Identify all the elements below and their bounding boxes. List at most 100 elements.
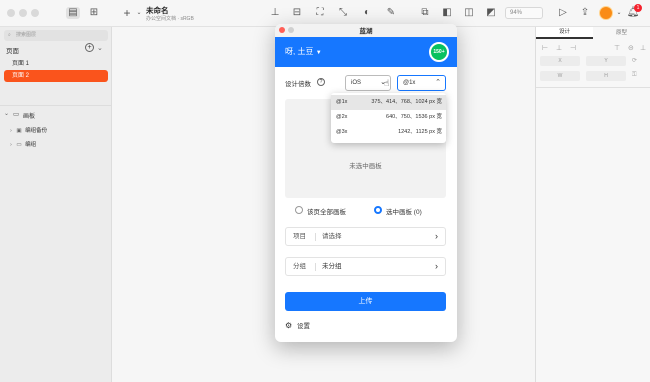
divider — [536, 87, 650, 88]
settings-label: 设置 — [296, 323, 310, 330]
align-icon[interactable]: ⊥ — [268, 7, 282, 19]
document-subtitle: 办公空间文档 · sRGB — [146, 16, 194, 22]
zoom-select[interactable]: 94% — [505, 7, 543, 19]
group-value: 未分组 — [322, 263, 342, 270]
field-label: X — [558, 58, 562, 64]
group-label: 分组 — [293, 263, 306, 270]
project-select[interactable]: 项目 请选择 › — [285, 227, 446, 246]
plugin-chevron-icon[interactable]: ⌄ — [612, 7, 626, 19]
subtract-icon[interactable]: ◧ — [440, 7, 454, 19]
artboard-icon: ▭ — [13, 111, 20, 118]
chevron-right-icon: › — [435, 231, 438, 241]
gear-icon: ⚙ — [285, 321, 293, 330]
page-item-label: 页面 2 — [12, 73, 30, 79]
lock-ratio-icon[interactable]: ⚿ — [632, 72, 637, 79]
settings-link[interactable]: ⚙ 设置 — [285, 320, 310, 330]
mask-icon[interactable]: ◐ — [360, 7, 374, 19]
align-bottom-icon[interactable]: ⊥ — [640, 44, 646, 52]
tab-prototype[interactable]: 原型 — [593, 27, 650, 39]
chevron-up-icon: ⌃ — [435, 79, 441, 86]
preview-empty-text: 未选中画板 — [349, 163, 382, 170]
notification-badge: 1 — [634, 4, 642, 12]
align-right-icon[interactable]: ⊣ — [570, 44, 576, 52]
play-icon[interactable]: ▷ — [556, 7, 570, 19]
layer-search-input[interactable]: ⌕ 搜索图层 — [4, 30, 108, 41]
intersect-icon[interactable]: ◫ — [462, 7, 476, 19]
page-item-label: 页面 1 — [12, 61, 30, 67]
union-icon[interactable]: ⧉ — [418, 7, 432, 19]
radio-selected-label: 选中画板 (0) — [386, 209, 422, 216]
dialog-title: 蓝湖 — [359, 28, 373, 35]
insert-chevron-icon[interactable]: ⌄ — [132, 7, 146, 19]
help-icon[interactable]: ? — [317, 78, 325, 86]
lanhu-dialog: 蓝湖 呀, 土豆 ▼ 150+ 设计倍数 ? iOS ⌄ @1x ⌃ 未选中画板… — [275, 24, 457, 342]
project-value: 请选择 — [322, 233, 342, 240]
y-field[interactable]: Y — [586, 56, 626, 66]
field-label: W — [557, 73, 563, 79]
align-middle-icon[interactable]: ⊝ — [628, 44, 634, 52]
scale-icon[interactable]: ⤡ — [336, 7, 350, 19]
app-toolbar: ▤ ⊞ + ⌄ 未命名 办公空间文档 · sRGB ⊥ ⊟ ⛶ ⤡ ◐ ✎ ⧉ … — [0, 0, 650, 27]
tab-design[interactable]: 设计 — [536, 27, 593, 39]
sidebar-toggle-icon[interactable]: ▤ — [66, 7, 80, 19]
boards-collapse-icon[interactable]: ⌄ — [4, 110, 9, 117]
window-minimize-button[interactable] — [19, 9, 27, 17]
scale-value: @1x — [403, 80, 416, 86]
window-zoom-button[interactable] — [31, 9, 39, 17]
platform-value: iOS — [351, 80, 362, 86]
option-sizes: 1242、1125 px 宽 — [398, 129, 442, 135]
pointer-cursor-icon: ☝ — [384, 78, 390, 88]
distribute-icon[interactable]: ⊟ — [290, 7, 304, 19]
width-field[interactable]: W — [540, 71, 580, 81]
option-scale: @1x — [336, 99, 348, 105]
inspector-panel: 设计 原型 ⊢ ⊥ ⊣ ⊤ ⊝ ⊥ X Y W H ⟳ ⚿ — [535, 27, 650, 382]
layer-item[interactable]: › ▣ 编组备份 — [10, 126, 47, 136]
styles-icon[interactable]: ✎ — [384, 7, 398, 19]
chevron-right-icon: › — [435, 261, 438, 271]
grid-view-icon[interactable]: ⊞ — [87, 7, 101, 19]
pages-collapse-icon[interactable]: ⌄ — [97, 44, 103, 52]
window-close-button[interactable] — [7, 9, 15, 17]
option-sizes: 640、750、1536 px 宽 — [386, 114, 442, 120]
scale-label: 设计倍数 — [285, 81, 311, 88]
lanhu-plugin-icon[interactable] — [599, 6, 613, 20]
radio-all-pages[interactable] — [295, 206, 303, 214]
scale-select[interactable]: @1x ⌃ — [397, 75, 446, 91]
rotate-icon[interactable]: ⟳ — [632, 57, 637, 64]
layer-item[interactable]: › ▭ 编组 — [10, 140, 36, 150]
export-icon[interactable]: ⇪ — [578, 7, 592, 19]
layer-search-placeholder: 搜索图层 — [16, 32, 37, 38]
divider — [315, 233, 316, 241]
user-greeting[interactable]: 呀, 土豆 ▼ — [285, 46, 322, 57]
difference-icon[interactable]: ◩ — [484, 7, 498, 19]
height-field[interactable]: H — [586, 71, 626, 81]
pages-title: 页面 — [6, 48, 19, 55]
group-select[interactable]: 分组 未分组 › — [285, 257, 446, 276]
group-icon: ▣ — [16, 128, 22, 134]
page-item-1[interactable]: 页面 1 — [4, 58, 108, 70]
zoom-value: 94% — [510, 10, 523, 16]
scale-option-3x[interactable]: @3x 1242、1125 px 宽 — [331, 125, 446, 140]
divider — [0, 105, 111, 106]
x-field[interactable]: X — [540, 56, 580, 66]
radio-selected-boards[interactable] — [374, 206, 382, 214]
scale-dropdown-menu: @1x 375、414、768、1024 px 宽 @2x 640、750、15… — [331, 93, 446, 143]
align-left-icon[interactable]: ⊢ — [542, 44, 548, 52]
option-scale: @3x — [336, 129, 348, 135]
project-label: 项目 — [293, 233, 306, 240]
layer-label: 编组 — [25, 142, 37, 148]
divider — [315, 263, 316, 271]
scale-option-2x[interactable]: @2x 640、750、1536 px 宽 — [331, 110, 446, 125]
folder-icon: ▭ — [16, 142, 22, 148]
align-top-icon[interactable]: ⊤ — [614, 44, 620, 52]
scale-option-1x[interactable]: @1x 375、414、768、1024 px 宽 — [331, 95, 446, 110]
avatar[interactable]: 150+ — [429, 42, 449, 62]
align-center-icon[interactable]: ⊥ — [556, 44, 562, 52]
layers-panel: ⌕ 搜索图层 页面 + ⌄ 页面 1 页面 2 ⌄ ▭ 画板 › ▣ 编组备份 … — [0, 27, 112, 382]
upload-button[interactable]: 上传 — [285, 292, 446, 311]
tab-label: 原型 — [615, 30, 627, 36]
page-item-2[interactable]: 页面 2 — [4, 70, 108, 82]
frame-icon[interactable]: ⛶ — [313, 7, 327, 19]
add-page-icon[interactable]: + — [85, 43, 94, 52]
boards-title: 画板 — [23, 114, 36, 120]
